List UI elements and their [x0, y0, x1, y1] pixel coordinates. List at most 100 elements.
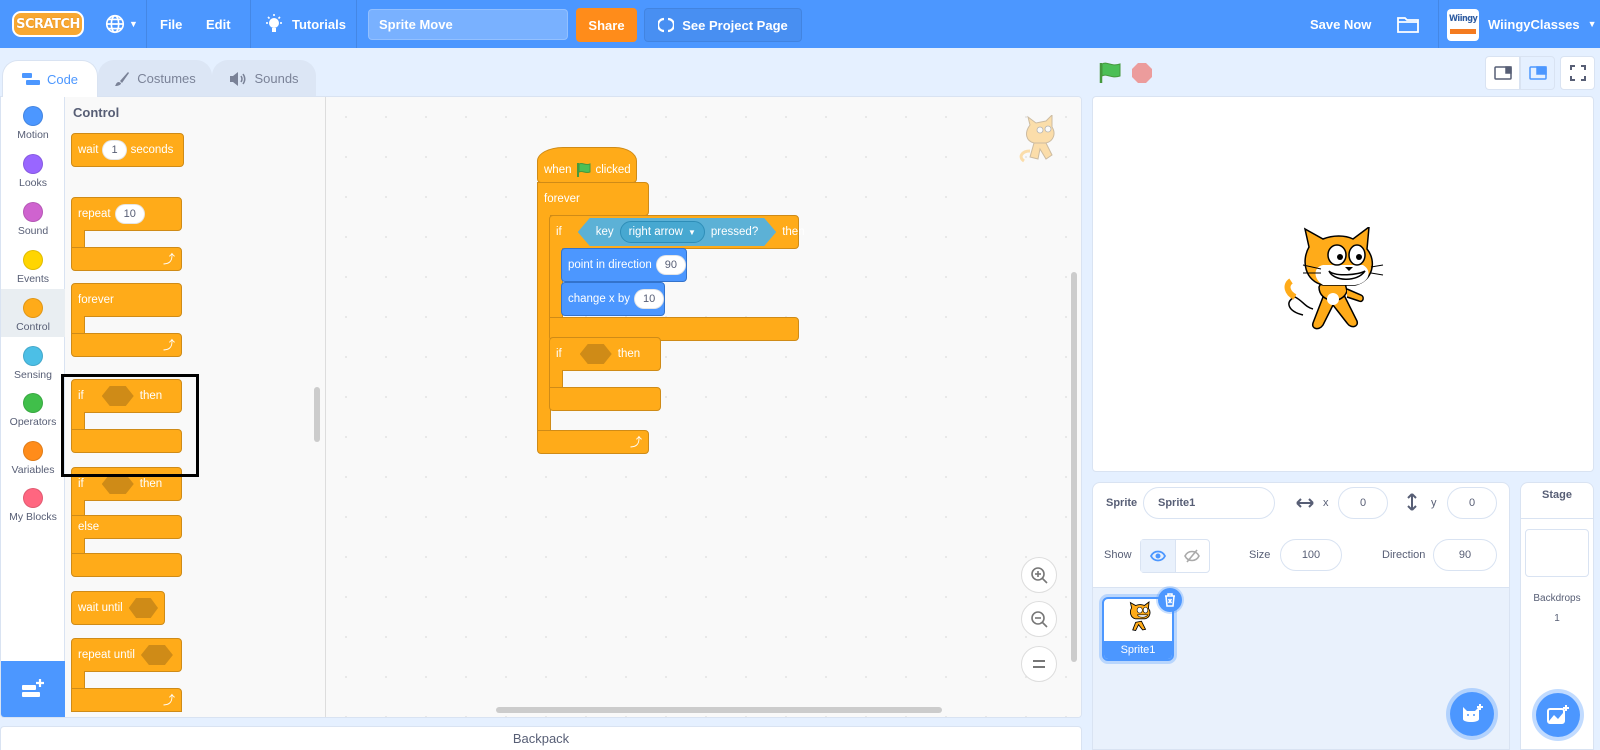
- key-dropdown[interactable]: right arrow ▼: [620, 221, 705, 243]
- divider: [146, 0, 147, 48]
- fullscreen-icon: [1569, 65, 1586, 81]
- category-operators[interactable]: Operators: [1, 388, 65, 436]
- y-label: y: [1431, 497, 1437, 509]
- menu-bar: SCRATCH ▼ File Edit Tutorials Sprite Mov…: [0, 0, 1600, 48]
- zoom-out-button[interactable]: [1021, 601, 1057, 637]
- condition-slot[interactable]: [140, 645, 173, 665]
- block-if-key-pressed[interactable]: if key right arrow ▼ pressed? then: [549, 215, 805, 249]
- cat-thumbnail-icon: [1129, 601, 1151, 632]
- size-input[interactable]: 100: [1280, 539, 1342, 571]
- backpack[interactable]: Backpack: [0, 726, 1082, 750]
- my-stuff-button[interactable]: [1397, 0, 1419, 48]
- fullscreen-button[interactable]: [1560, 56, 1595, 90]
- trash-icon: [1165, 593, 1175, 607]
- account-menu[interactable]: WiingyClasses ▼: [1488, 0, 1597, 48]
- block-wait-until[interactable]: wait until: [71, 591, 165, 625]
- zoom-reset-button[interactable]: [1021, 646, 1057, 682]
- backdrop-thumbnail[interactable]: [1525, 529, 1589, 577]
- tab-code[interactable]: Code: [2, 60, 98, 97]
- chevron-down-icon: ▼: [129, 19, 138, 29]
- show-visible-button[interactable]: [1141, 540, 1176, 572]
- tab-code-label: Code: [46, 71, 79, 87]
- condition-slot[interactable]: [101, 474, 134, 494]
- palette-scrollbar[interactable]: [314, 387, 320, 442]
- category-control[interactable]: Control: [1, 289, 65, 337]
- wait-seconds-input[interactable]: 1: [102, 140, 127, 160]
- loop-arrow-icon: ⤴: [629, 435, 642, 449]
- zoom-out-icon: [1031, 611, 1048, 628]
- block-change-x-by[interactable]: change x by 10: [561, 282, 665, 316]
- loop-arrow-icon: ⤴: [162, 693, 175, 707]
- workspace-horizontal-scrollbar[interactable]: [496, 707, 942, 713]
- forever-bottom: ⤴: [537, 430, 649, 454]
- small-stage-button[interactable]: [1485, 56, 1520, 90]
- choose-sprite-button[interactable]: [1450, 692, 1494, 736]
- key-pressed-sensor[interactable]: key right arrow ▼ pressed?: [578, 218, 776, 246]
- tab-costumes[interactable]: Costumes: [98, 60, 212, 96]
- change-x-input[interactable]: 10: [634, 289, 665, 309]
- stop-button[interactable]: [1132, 63, 1152, 83]
- stage-canvas[interactable]: [1092, 96, 1594, 472]
- block-forever[interactable]: forever: [537, 182, 649, 216]
- sprite-list: Sprite1: [1092, 588, 1510, 750]
- sensing-dot-icon: [23, 346, 43, 366]
- y-position-input[interactable]: 0: [1447, 487, 1497, 519]
- condition-slot[interactable]: [579, 344, 612, 364]
- condition-slot[interactable]: [101, 386, 134, 406]
- show-toggle: [1140, 539, 1210, 573]
- save-now-button[interactable]: Save Now: [1310, 0, 1371, 48]
- backdrops-label: Backdrops: [1533, 593, 1581, 604]
- see-project-page-label: See Project Page: [682, 17, 788, 33]
- repeat-count-input[interactable]: 10: [114, 204, 145, 224]
- category-variables[interactable]: Variables: [1, 436, 65, 484]
- block-when-flag-clicked[interactable]: when clicked: [537, 147, 637, 183]
- category-my-blocks[interactable]: My Blocks: [1, 483, 65, 531]
- tab-sounds[interactable]: Sounds: [212, 60, 316, 96]
- sound-dot-icon: [23, 202, 43, 222]
- divider: [250, 0, 251, 48]
- divider: [1438, 0, 1439, 48]
- add-extension-button[interactable]: [1, 661, 65, 717]
- category-motion[interactable]: Motion: [1, 101, 65, 149]
- edit-menu[interactable]: Edit: [206, 0, 231, 48]
- project-title-input[interactable]: Sprite Move: [368, 9, 568, 40]
- events-dot-icon: [23, 250, 43, 270]
- loop-arrow-icon: ⤴: [162, 252, 175, 266]
- tutorials-button[interactable]: Tutorials: [264, 0, 346, 48]
- block-point-in-direction[interactable]: point in direction 90: [561, 248, 687, 282]
- scratch-logo[interactable]: SCRATCH: [12, 11, 84, 37]
- script-workspace[interactable]: when clicked forever ⤴ if key right arro…: [326, 97, 1081, 717]
- direction-input[interactable]: 90: [1433, 539, 1497, 571]
- zoom-in-button[interactable]: [1021, 557, 1057, 593]
- block-wait-seconds[interactable]: wait 1 seconds: [71, 133, 184, 167]
- sprite-info-panel: Sprite Sprite1 x 0 y 0 Show Size 100 Dir…: [1092, 482, 1510, 588]
- see-project-page-button[interactable]: See Project Page: [644, 8, 802, 42]
- sprite-name-input[interactable]: Sprite1: [1143, 487, 1275, 519]
- file-menu[interactable]: File: [160, 0, 182, 48]
- delete-sprite-button[interactable]: [1158, 588, 1182, 612]
- cat-sprite[interactable]: [1283, 227, 1393, 337]
- loop-arrow-icon: ⤴: [162, 338, 175, 352]
- category-sensing[interactable]: Sensing: [1, 341, 65, 389]
- workspace-vertical-scrollbar[interactable]: [1071, 272, 1077, 662]
- choose-backdrop-button[interactable]: [1536, 693, 1580, 737]
- share-button[interactable]: Share: [576, 8, 637, 42]
- stage-selector[interactable]: Stage Backdrops 1: [1520, 482, 1594, 750]
- tab-costumes-label: Costumes: [137, 71, 196, 86]
- category-events[interactable]: Events: [1, 245, 65, 293]
- category-sound[interactable]: Sound: [1, 197, 65, 245]
- language-menu[interactable]: ▼: [104, 0, 138, 48]
- avatar[interactable]: Wiingy: [1447, 9, 1479, 41]
- green-flag-button[interactable]: [1098, 62, 1122, 84]
- block-if-then[interactable]: if then: [549, 337, 661, 371]
- condition-slot[interactable]: [128, 598, 158, 618]
- x-position-input[interactable]: 0: [1338, 487, 1388, 519]
- normal-stage-button[interactable]: [1520, 56, 1555, 90]
- direction-input[interactable]: 90: [655, 255, 686, 275]
- category-looks[interactable]: Looks: [1, 149, 65, 197]
- lightbulb-icon: [266, 14, 282, 32]
- folder-icon: [1397, 17, 1419, 33]
- brush-icon: [115, 71, 130, 86]
- add-extension-icon: [22, 679, 44, 697]
- show-hidden-button[interactable]: [1176, 540, 1210, 572]
